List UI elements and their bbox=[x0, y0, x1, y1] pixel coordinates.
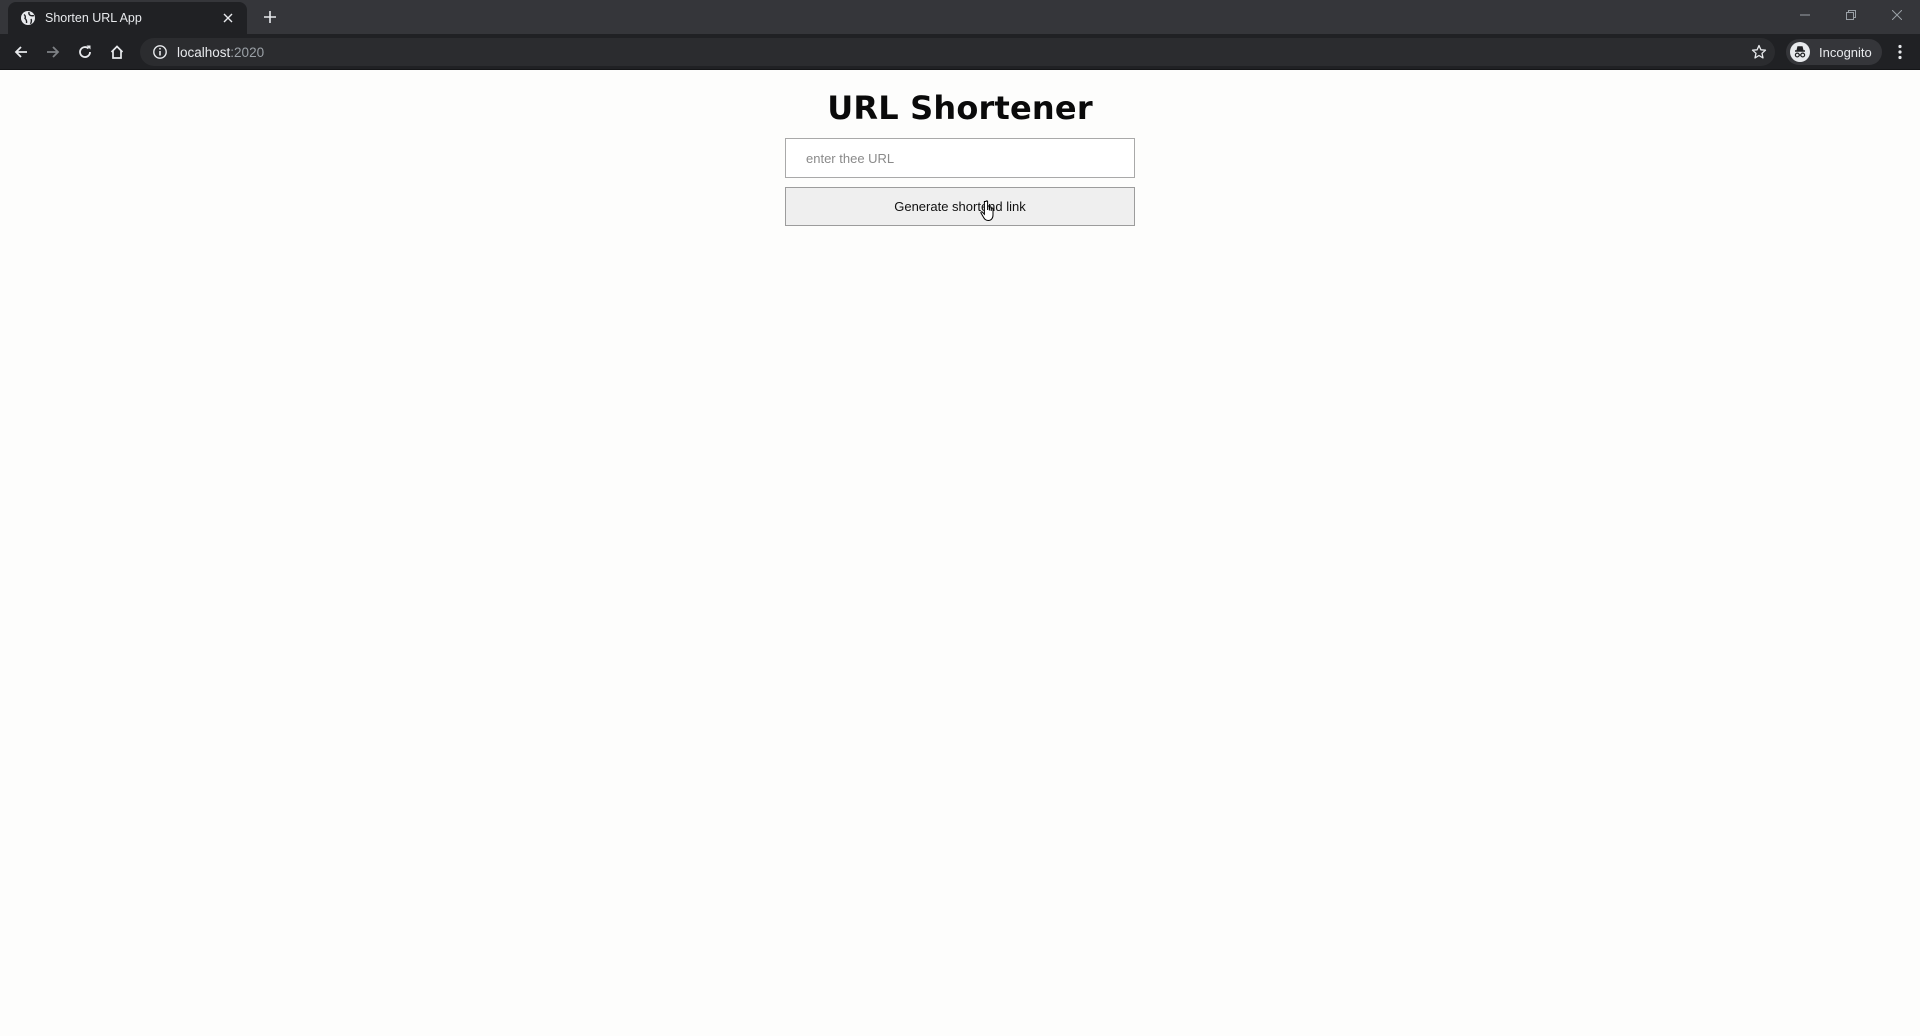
hand-cursor-icon bbox=[980, 200, 994, 222]
url-host: localhost bbox=[177, 44, 231, 60]
tab-title: Shorten URL App bbox=[45, 11, 142, 25]
incognito-profile-button[interactable]: Incognito bbox=[1786, 39, 1882, 65]
back-arrow-icon[interactable] bbox=[9, 40, 33, 64]
page-viewport: URL Shortener Generate shortend link bbox=[0, 71, 1920, 1036]
browser-toolbar: localhost :2020 Incognito bbox=[0, 34, 1920, 70]
tab-strip: Shorten URL App bbox=[0, 0, 1920, 34]
kebab-menu-icon[interactable] bbox=[1888, 40, 1912, 64]
browser-tab-active[interactable]: Shorten URL App bbox=[8, 2, 247, 34]
incognito-icon bbox=[1790, 42, 1810, 62]
url-input[interactable] bbox=[785, 138, 1135, 178]
url-port: :2020 bbox=[230, 44, 265, 60]
star-icon[interactable] bbox=[1751, 44, 1767, 60]
profile-label: Incognito bbox=[1819, 44, 1872, 60]
forward-arrow-icon[interactable] bbox=[41, 40, 65, 64]
restore-icon[interactable] bbox=[1828, 0, 1874, 30]
reload-icon[interactable] bbox=[73, 40, 97, 64]
generate-link-button[interactable]: Generate shortend link bbox=[785, 187, 1135, 226]
minimize-icon[interactable] bbox=[1782, 0, 1828, 30]
plus-icon[interactable] bbox=[260, 7, 280, 27]
page-title: URL Shortener bbox=[827, 89, 1093, 127]
close-icon[interactable] bbox=[219, 9, 237, 27]
close-icon[interactable] bbox=[1874, 0, 1920, 30]
info-icon[interactable] bbox=[152, 44, 168, 60]
globe-icon bbox=[20, 10, 36, 26]
window-controls bbox=[1782, 0, 1920, 30]
home-icon[interactable] bbox=[105, 40, 129, 64]
address-bar[interactable]: localhost :2020 bbox=[140, 38, 1775, 66]
